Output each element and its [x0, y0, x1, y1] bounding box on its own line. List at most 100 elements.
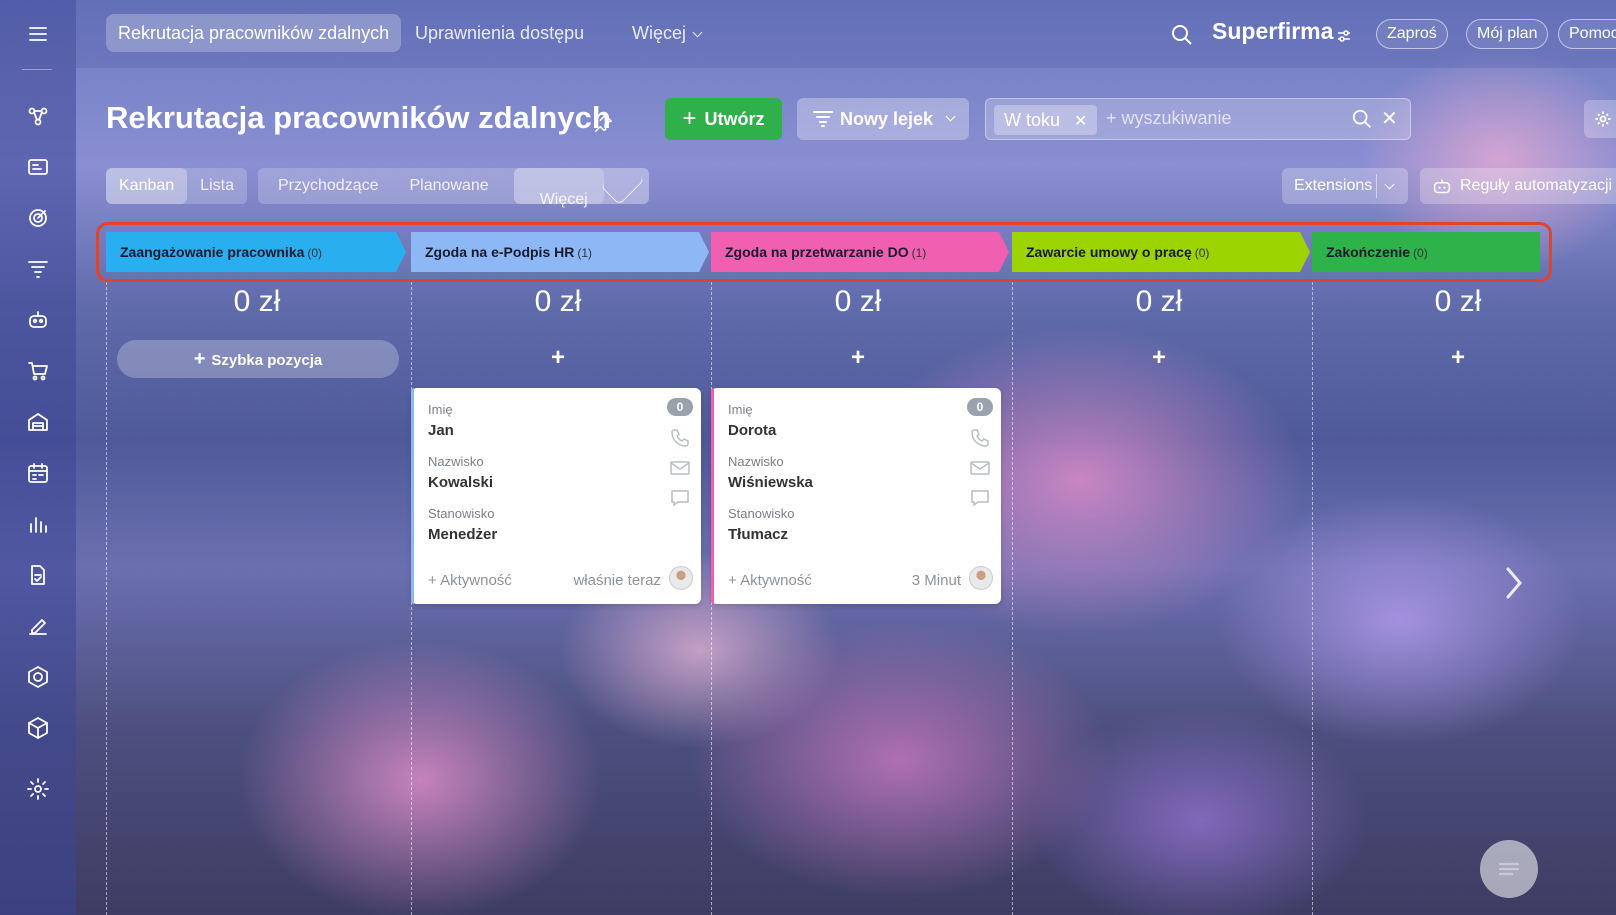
- quick-add-button[interactable]: + Szybka pozycja: [117, 340, 399, 378]
- view-list[interactable]: Lista: [187, 168, 247, 204]
- phone-icon[interactable]: [969, 428, 991, 448]
- stage-name: Zaangażowanie pracownika: [120, 244, 305, 260]
- mail-icon[interactable]: [969, 458, 991, 478]
- card-stage-stripe: [411, 388, 414, 604]
- new-funnel-label: Nowy lejek: [839, 108, 934, 129]
- tab-access-permissions[interactable]: Uprawnienia dostępu: [403, 14, 596, 52]
- add-item-button[interactable]: +: [413, 344, 703, 372]
- mail-icon[interactable]: [669, 458, 691, 478]
- column-sum: 0 zł: [1135, 285, 1183, 318]
- hexagon-icon[interactable]: [18, 657, 58, 697]
- plus-icon: +: [682, 105, 697, 132]
- gear-icon: [1595, 111, 1611, 127]
- chat-widget-button[interactable]: [1480, 840, 1538, 898]
- tab-more-label: Więcej: [632, 23, 687, 43]
- card-timestamp: 3 Minut: [911, 572, 961, 589]
- stage-employee-engagement[interactable]: Zaangażowanie pracownika (0): [106, 232, 406, 272]
- add-item-button[interactable]: +: [1313, 344, 1603, 372]
- automation-rules-label: Reguły automatyzacji: [1460, 177, 1613, 194]
- last-name-value: Kowalski: [428, 474, 494, 491]
- robot-icon: [1433, 179, 1451, 194]
- crm-icon[interactable]: [18, 96, 58, 136]
- filter-more-label: Więcej: [539, 191, 588, 208]
- column-divider: [1312, 282, 1313, 915]
- funnel-icon: [812, 111, 833, 127]
- close-icon[interactable]: ✕: [1074, 113, 1087, 130]
- calendar-icon[interactable]: [18, 453, 58, 493]
- search-input[interactable]: + wyszukiwanie: [1106, 108, 1232, 129]
- column-sum: 0 zł: [534, 285, 582, 318]
- kanban-settings-button[interactable]: [1584, 100, 1616, 138]
- position-label: Stanowisko: [728, 506, 795, 521]
- search-filter-box[interactable]: W toku ✕ + wyszukiwanie ✕: [985, 98, 1411, 140]
- add-item-button[interactable]: +: [1014, 344, 1304, 372]
- filter-chip[interactable]: W toku ✕: [994, 105, 1098, 135]
- my-plan-button[interactable]: Mój plan: [1466, 19, 1549, 49]
- search-icon[interactable]: [1351, 108, 1373, 130]
- add-activity-link[interactable]: + Aktywność: [428, 572, 512, 589]
- sidebar-divider: [22, 69, 52, 70]
- sliders-icon[interactable]: [1336, 28, 1352, 44]
- phone-icon[interactable]: [669, 428, 691, 448]
- extensions-button[interactable]: Extensions: [1282, 168, 1408, 204]
- avatar[interactable]: [669, 566, 693, 590]
- chevron-down-icon[interactable]: [1384, 179, 1395, 190]
- add-item-button[interactable]: +: [713, 344, 1003, 372]
- counter-badge: 0: [667, 398, 693, 416]
- company-name[interactable]: Superfirma: [1212, 18, 1333, 45]
- stage-count: (1): [577, 246, 593, 260]
- contacts-icon[interactable]: [18, 147, 58, 187]
- chat-icon[interactable]: [969, 488, 991, 508]
- create-button-label: Utwórz: [704, 108, 765, 129]
- pin-icon[interactable]: [592, 112, 614, 134]
- invite-button[interactable]: Zaproś: [1376, 19, 1448, 49]
- cart-icon[interactable]: [18, 351, 58, 391]
- divider: [1376, 174, 1377, 198]
- deal-card[interactable]: Imię Jan Nazwisko Kowalski Stanowisko Me…: [411, 388, 701, 604]
- settings-icon[interactable]: [18, 769, 58, 809]
- signature-icon[interactable]: [18, 606, 58, 646]
- chat-icon[interactable]: [669, 488, 691, 508]
- list-icon: [1498, 862, 1520, 876]
- column-sum: 0 zł: [834, 285, 882, 318]
- add-activity-link[interactable]: + Aktywność: [728, 572, 812, 589]
- stage-e-signature-hr[interactable]: Zgoda na e-Podpis HR (1): [411, 232, 709, 272]
- extensions-label: Extensions: [1294, 177, 1373, 194]
- target-icon[interactable]: [18, 198, 58, 238]
- create-button[interactable]: + Utwórz: [665, 98, 782, 140]
- stage-count: (1): [911, 246, 927, 260]
- automation-rules-button[interactable]: Reguły automatyzacji: [1420, 168, 1616, 204]
- card-timestamp: właśnie teraz: [573, 572, 661, 589]
- chevron-down-icon: [945, 111, 956, 121]
- filter-incoming[interactable]: Przychodzące: [258, 168, 392, 204]
- stage-employment-contract[interactable]: Zawarcie umowy o pracę (0): [1012, 232, 1310, 272]
- stage-completion[interactable]: Zakończenie (0): [1312, 232, 1540, 272]
- warehouse-icon[interactable]: [18, 402, 58, 442]
- last-name-label: Nazwisko: [728, 454, 784, 469]
- robot-icon[interactable]: [18, 300, 58, 340]
- chevron-down-icon: [599, 160, 645, 206]
- view-kanban[interactable]: Kanban: [106, 168, 188, 204]
- plus-icon: +: [193, 348, 206, 370]
- avatar[interactable]: [969, 566, 993, 590]
- first-name-value: Dorota: [728, 422, 777, 439]
- stage-name: Zawarcie umowy o pracę: [1026, 244, 1192, 260]
- box-icon[interactable]: [18, 708, 58, 748]
- tab-recruitment[interactable]: Rekrutacja pracowników zdalnych: [106, 14, 402, 52]
- funnel-icon[interactable]: [18, 249, 58, 289]
- filter-more[interactable]: Więcej: [513, 160, 649, 208]
- clear-icon[interactable]: ✕: [1381, 106, 1398, 131]
- deal-card[interactable]: Imię Dorota Nazwisko Wiśniewska Stanowis…: [711, 388, 1001, 604]
- chevron-right-icon[interactable]: [1502, 565, 1526, 601]
- filter-planned[interactable]: Planowane: [392, 168, 502, 204]
- menu-icon[interactable]: [18, 14, 58, 54]
- tab-more[interactable]: Więcej: [620, 14, 713, 52]
- column-divider: [106, 282, 107, 915]
- new-funnel-button[interactable]: Nowy lejek: [797, 98, 969, 140]
- analytics-icon[interactable]: [18, 504, 58, 544]
- document-sign-icon[interactable]: [18, 555, 58, 595]
- search-icon[interactable]: [1170, 23, 1194, 47]
- help-button[interactable]: Pomoc: [1558, 19, 1616, 49]
- stage-data-processing-consent[interactable]: Zgoda na przetwarzanie DO (1): [711, 232, 1009, 272]
- stage-name: Zakończenie: [1326, 244, 1411, 260]
